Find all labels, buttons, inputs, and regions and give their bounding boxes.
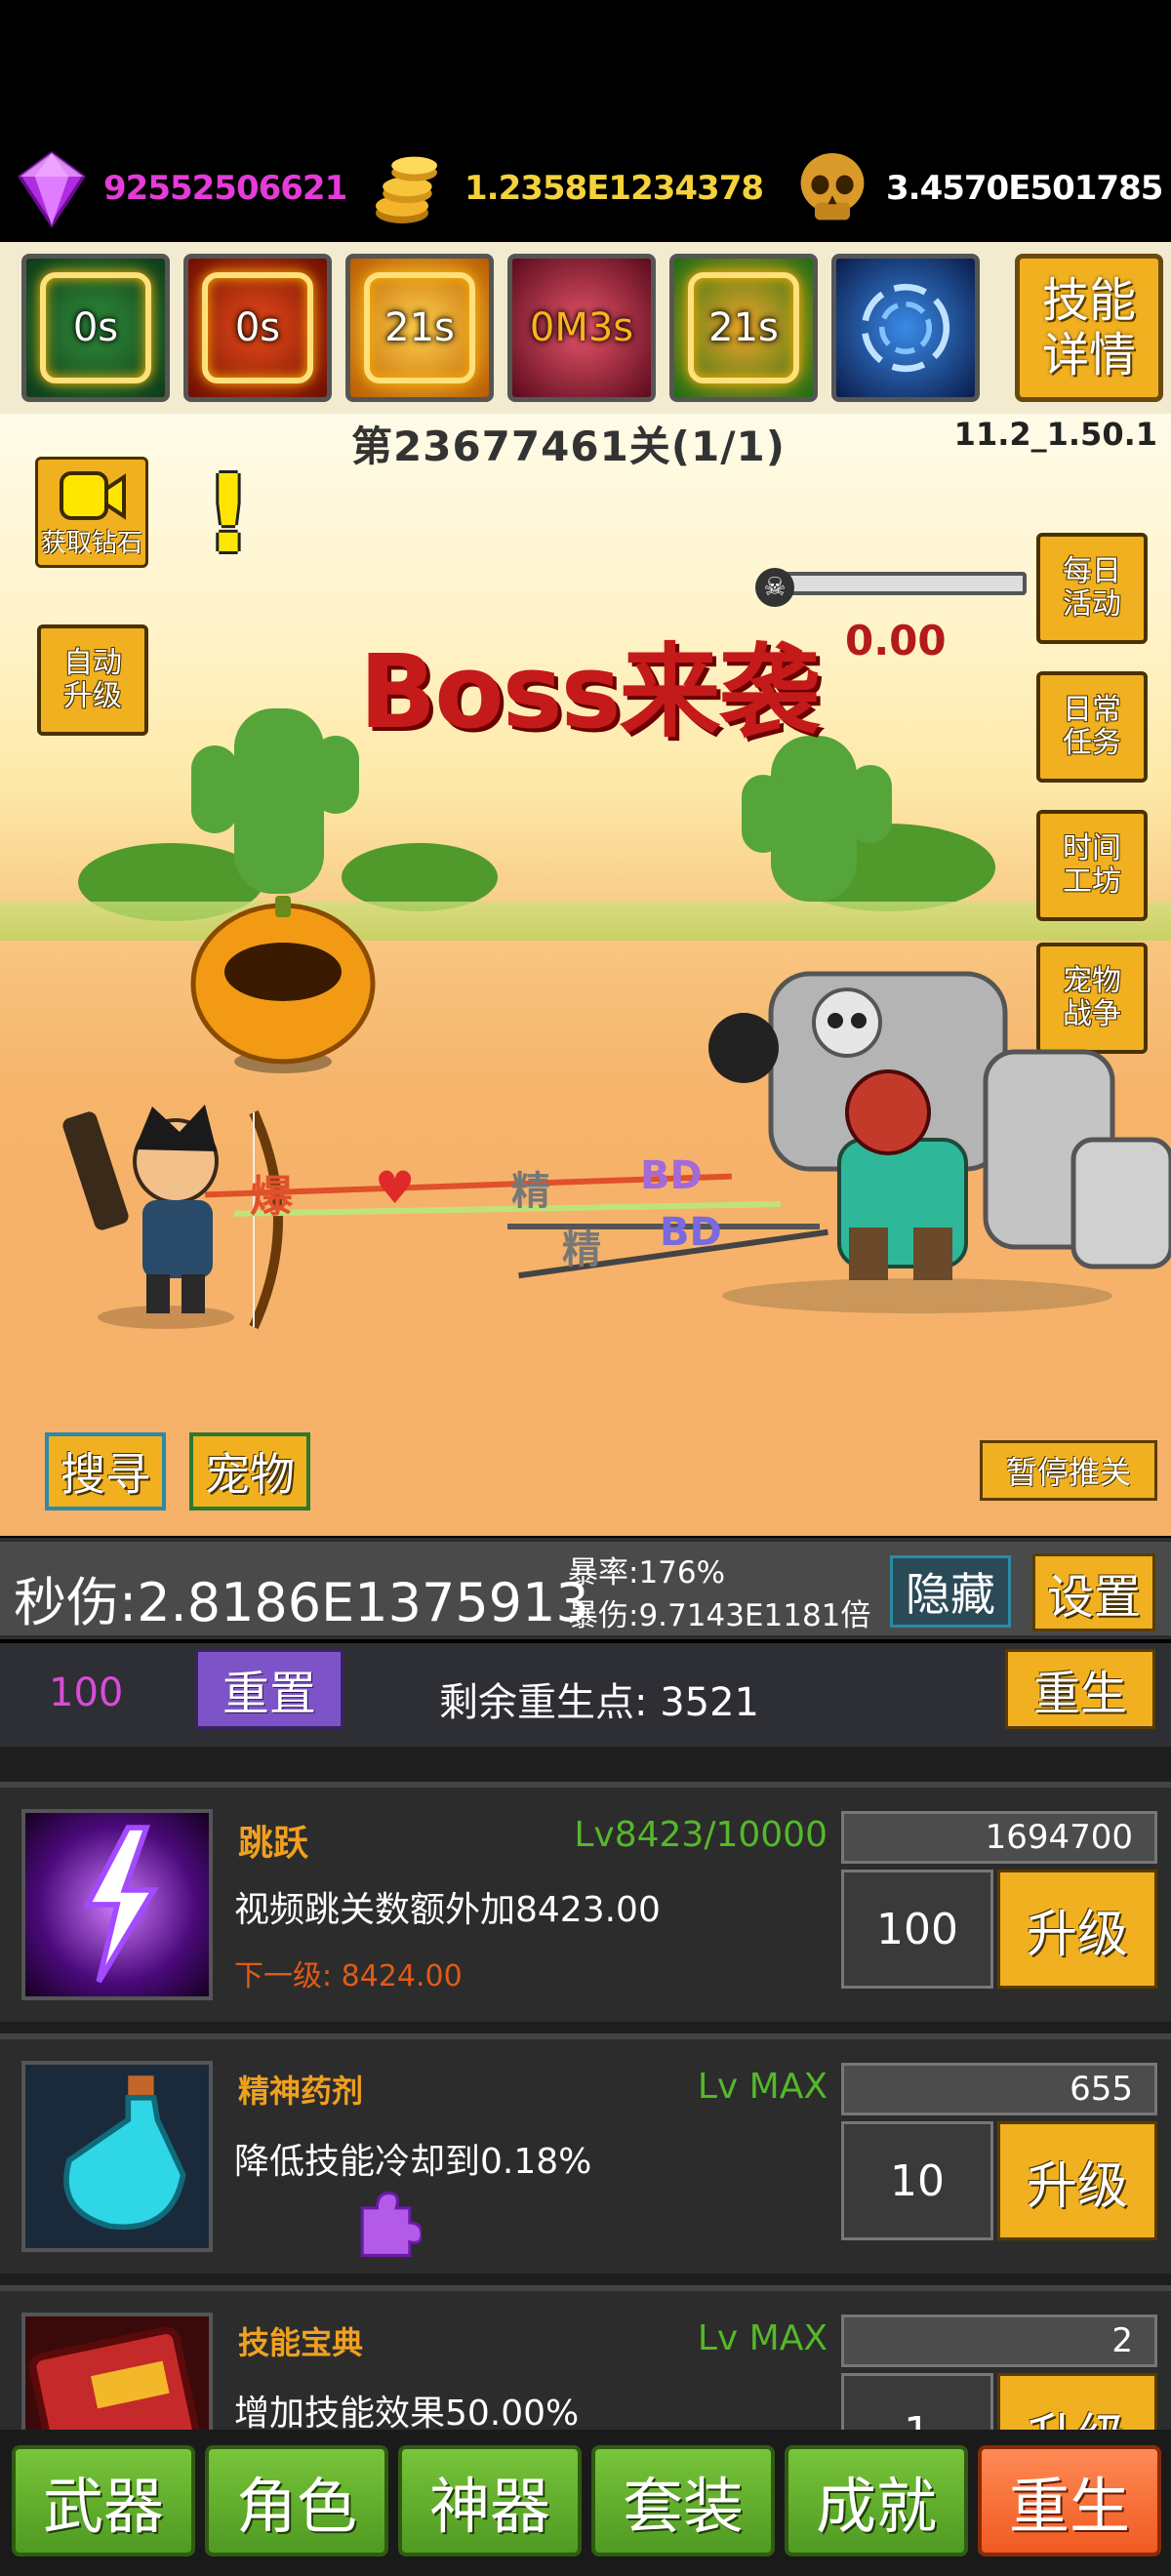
bottom-tab-bar: 武器 角色 神器 套装 成就 重生	[0, 2430, 1171, 2576]
crit-rate: 暴率:176%	[568, 1555, 726, 1590]
boss-hp-value: 0.00	[845, 617, 947, 664]
upgrade-button[interactable]: 升级	[997, 2373, 1157, 2430]
skill-slot-2[interactable]: 0s	[183, 254, 332, 402]
stats-bar: 秒伤:2.8186E1375913 暴率:176% 暴伤:9.7143E1181…	[0, 1538, 1171, 1639]
item-level: Lv MAX	[697, 2067, 828, 2107]
gold-counter: 1.2358E1234378	[367, 144, 764, 232]
boss-incoming-title: Boss来袭	[359, 632, 821, 751]
stone-golem-boss-icon	[708, 971, 1171, 1313]
time-workshop-button[interactable]: 时间工坊	[1036, 810, 1148, 921]
heart-icon: ♥	[375, 1161, 416, 1214]
rebirth-button[interactable]: 重生	[1005, 1649, 1155, 1729]
item-name: 技能宝典	[238, 2324, 364, 2361]
gold-value: 1.2358E1234378	[464, 169, 764, 208]
rebirth-points: 剩余重生点: 3521	[439, 1680, 759, 1725]
tab-weapons[interactable]: 武器	[12, 2445, 195, 2556]
get-diamond-label: 获取钻石	[40, 529, 142, 558]
list-item: 精神药剂 Lv MAX 降低技能冷却到0.18% 655 10 升级	[0, 2033, 1171, 2274]
item-cost: 1694700	[841, 1811, 1157, 1864]
tab-achievements[interactable]: 成就	[785, 2445, 968, 2556]
puzzle-piece-icon[interactable]	[347, 2186, 422, 2260]
daily-task-button[interactable]: 日常任务	[1036, 671, 1148, 783]
skill-slot-5[interactable]: 21s	[669, 254, 818, 402]
item-level: Lv8423/10000	[574, 1815, 828, 1855]
boss-hp-bar	[763, 572, 1027, 595]
diamond-counter: 92552506621	[10, 144, 347, 232]
skill-book-icon	[21, 2313, 213, 2430]
upgrade-button[interactable]: 升级	[997, 1870, 1157, 1989]
pet-button[interactable]: 宠物	[189, 1432, 310, 1510]
item-cost: 655	[841, 2063, 1157, 2115]
item-name: 跳跃	[238, 1824, 309, 1864]
potion-bottle-icon	[21, 2061, 213, 2252]
game-scene: 第23677461关(1/1) 11.2_1.50.1 获取钻石 ! 自动升级 …	[0, 414, 1171, 1536]
upgrade-quantity[interactable]: 10	[841, 2121, 993, 2240]
daily-event-button[interactable]: 每日活动	[1036, 533, 1148, 644]
tab-sets[interactable]: 套装	[591, 2445, 775, 2556]
skill-cooldown: 21s	[384, 305, 455, 350]
skill-cooldown: 0M3s	[529, 305, 634, 350]
skill-slot-3[interactable]: 21s	[345, 254, 494, 402]
effect-label: BD	[640, 1153, 703, 1198]
pumpkin-pet-icon	[190, 896, 376, 1073]
golden-skull-icon	[800, 153, 865, 221]
lightning-arrow-icon	[21, 1809, 213, 2000]
alert-icon[interactable]: !	[201, 457, 256, 572]
horizon-grass	[0, 902, 1171, 941]
skull-counter: 3.4570E501785	[788, 144, 1163, 232]
hide-button[interactable]: 隐藏	[890, 1555, 1011, 1628]
list-item: 跳跃 Lv8423/10000 视频跳关数额外加8423.00 下一级: 842…	[0, 1782, 1171, 2022]
upgrade-button[interactable]: 升级	[997, 2121, 1157, 2240]
crit-damage: 暴伤:9.7143E1181倍	[568, 1598, 871, 1633]
effect-label: 爆	[250, 1172, 293, 1222]
upgrade-list[interactable]: 跳跃 Lv8423/10000 视频跳关数额外加8423.00 下一级: 842…	[0, 1747, 1171, 2430]
diamond-icon	[17, 150, 87, 228]
settings-button[interactable]: 设置	[1032, 1553, 1155, 1631]
cactus-decoration	[312, 736, 359, 814]
item-name: 精神药剂	[238, 2073, 364, 2110]
skull-value: 3.4570E501785	[886, 169, 1163, 208]
tab-rebirth[interactable]: 重生	[978, 2445, 1161, 2556]
skill-cooldown: 0s	[234, 305, 281, 350]
tab-artifacts[interactable]: 神器	[398, 2445, 582, 2556]
reset-button[interactable]: 重置	[195, 1649, 343, 1729]
video-camera-icon	[60, 471, 126, 520]
skill-bar: 0s 0s 21s 0M3s 21s 技能详情	[0, 242, 1171, 414]
level-title: 第23677461关(1/1)	[351, 423, 786, 470]
item-next-level: 下一级: 8424.00	[234, 1959, 463, 1993]
diamond-value: 92552506621	[103, 169, 347, 208]
upgrade-quantity[interactable]: 100	[841, 1870, 993, 1989]
skill-cooldown: 21s	[708, 305, 779, 350]
item-description: 视频跳关数额外加8423.00	[234, 1890, 661, 1930]
skill-slot-4[interactable]: 0M3s	[507, 254, 656, 402]
cactus-decoration	[742, 775, 785, 853]
cactus-decoration	[191, 745, 238, 833]
pause-stage-button[interactable]: 暂停推关	[980, 1440, 1157, 1501]
get-diamond-button[interactable]: 获取钻石	[35, 457, 148, 568]
skill-details-button[interactable]: 技能详情	[1015, 254, 1163, 402]
list-item: 技能宝典 Lv MAX 增加技能效果50.00% 2 1 升级	[0, 2285, 1171, 2430]
skill-cooldown: 0s	[72, 305, 119, 350]
item-description: 增加技能效果50.00%	[234, 2394, 580, 2430]
upgrade-quantity[interactable]: 1	[841, 2373, 993, 2430]
cactus-decoration	[849, 765, 892, 843]
search-button[interactable]: 搜寻	[45, 1432, 166, 1510]
item-description: 降低技能冷却到0.18%	[234, 2142, 592, 2182]
tab-characters[interactable]: 角色	[205, 2445, 388, 2556]
rebirth-bar: 100 重置 剩余重生点: 3521 重生	[0, 1643, 1171, 1747]
skill-slot-1[interactable]: 0s	[21, 254, 170, 402]
version-label: 11.2_1.50.1	[953, 416, 1157, 453]
vortex-icon	[861, 283, 950, 373]
effect-label: 精	[562, 1228, 601, 1272]
effect-label: 精	[511, 1169, 550, 1214]
auto-upgrade-button[interactable]: 自动升级	[37, 624, 148, 736]
item-level: Lv MAX	[697, 2318, 828, 2358]
dps-value: 秒伤:2.8186E1375913	[14, 1572, 589, 1633]
skull-icon: ☠	[755, 568, 794, 607]
gold-coins-icon	[376, 156, 437, 223]
skill-slot-6[interactable]	[831, 254, 980, 402]
cactus-decoration	[234, 708, 324, 894]
item-cost: 2	[841, 2314, 1157, 2367]
rebirth-amount[interactable]: 100	[49, 1670, 123, 1715]
